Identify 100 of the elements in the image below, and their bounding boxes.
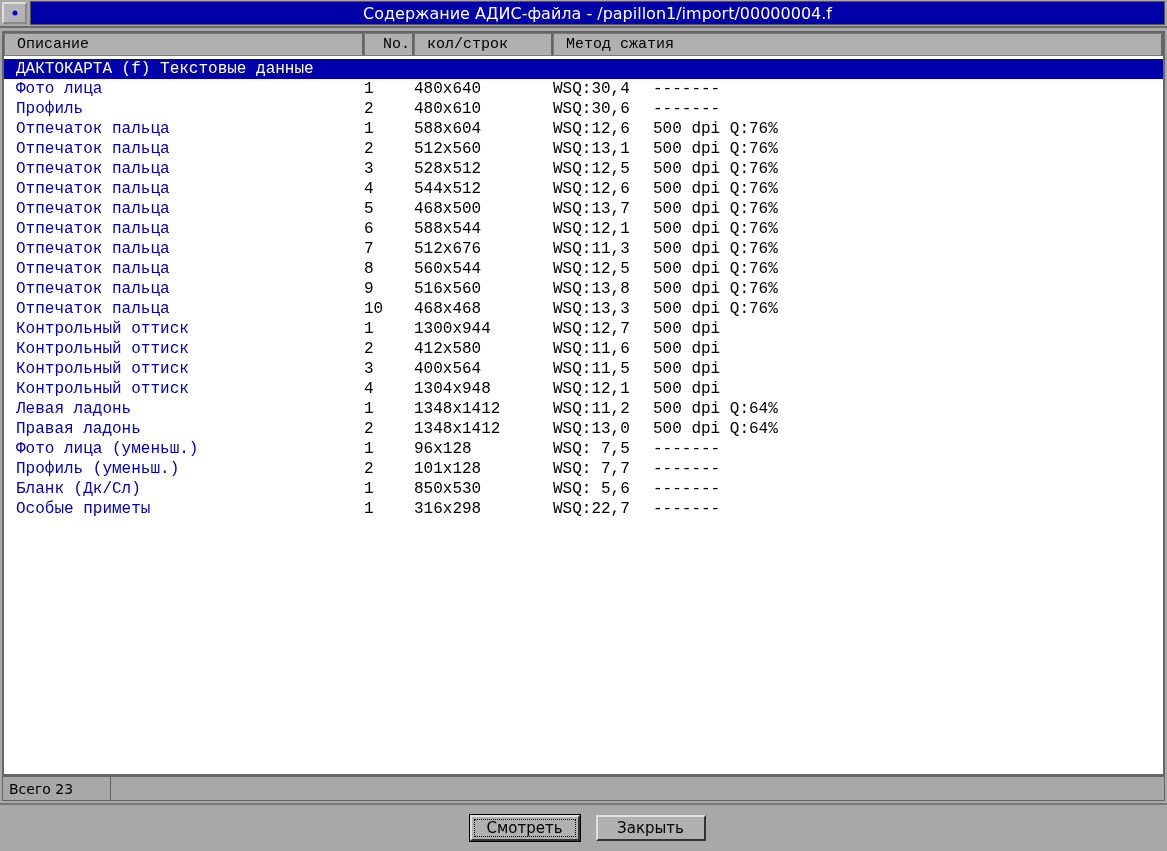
table-cell-text: -------: [653, 100, 722, 118]
table-cell-text: -------: [653, 480, 722, 498]
table-cell-text: 2: [364, 100, 375, 118]
table-cell-text: 9: [364, 280, 375, 298]
table-cell-text: 5: [364, 200, 375, 218]
list-row[interactable]: Отпечаток пальца 6 588x544 WSQ:12,1 500 dpi Q:76%: [4, 219, 1163, 239]
table-cell-text: Контрольный оттиск: [16, 340, 190, 358]
table-cell-text: 500 dpi: [653, 360, 722, 378]
list-row[interactable]: Отпечаток пальца 9 516x560 WSQ:13,8 500 dpi Q:76%: [4, 279, 1163, 299]
table-cell-text: 2: [364, 420, 375, 438]
list-row[interactable]: Отпечаток пальца 5 468x500 WSQ:13,7 500 dpi Q:76%: [4, 199, 1163, 219]
list-row[interactable]: Профиль (уменьш.) 2 101x128 WSQ: 7,7 -------: [4, 459, 1163, 479]
list-row[interactable]: Отпечаток пальца 1 588x604 WSQ:12,6 500 dpi Q:76%: [4, 119, 1163, 139]
list-row[interactable]: Контрольный оттиск 1 1300x944 WSQ:12,7 500 dpi: [4, 319, 1163, 339]
table-cell-text: 1348x1412: [414, 420, 502, 438]
table-cell-text: 1: [364, 400, 375, 418]
table-cell-text: WSQ:11,5: [553, 360, 631, 378]
table-cell-text: 3: [364, 360, 375, 378]
table-cell-text: Правая ладонь: [16, 420, 142, 438]
table-cell-text: 6: [364, 220, 375, 238]
table-cell-text: 3: [364, 160, 375, 178]
table-cell-text: 4: [364, 180, 375, 198]
table-cell-text: 1348x1412: [414, 400, 502, 418]
list-row[interactable]: Отпечаток пальца 10 468x468 WSQ:13,3 500 dpi Q:76%: [4, 299, 1163, 319]
dialog-button[interactable]: Смотреть: [469, 815, 580, 841]
list-row[interactable]: Левая ладонь 1 1348x1412 WSQ:11,2 500 dpi Q:64%: [4, 399, 1163, 419]
table-cell-text: 1304x948: [414, 380, 492, 398]
table-cell-text: 2: [364, 140, 375, 158]
table-cell-text: Отпечаток пальца: [16, 200, 171, 218]
table-cell-text: Отпечаток пальца: [16, 260, 171, 278]
table-cell-text: WSQ: 7,7: [553, 460, 631, 478]
table-cell-text: WSQ:12,7: [553, 320, 631, 338]
table-cell-text: WSQ:11,6: [553, 340, 631, 358]
table-cell-text: 500 dpi Q:76%: [653, 120, 779, 138]
selected-row[interactable]: ДАКТОКАРТА (f) Текстовые данные: [4, 59, 1163, 79]
table-cell-text: Отпечаток пальца: [16, 280, 171, 298]
table-cell-text: 101x128: [414, 460, 483, 478]
table-cell-text: 500 dpi Q:76%: [653, 220, 779, 238]
list-row[interactable]: Отпечаток пальца 7 512x676 WSQ:11,3 500 dpi Q:76%: [4, 239, 1163, 259]
table-cell-text: WSQ:12,6: [553, 180, 631, 198]
table-cell-text: 500 dpi: [653, 340, 722, 358]
table-cell-text: 500 dpi Q:76%: [653, 160, 779, 178]
table-cell-text: WSQ:11,2: [553, 400, 631, 418]
list-row[interactable]: Особые приметы 1 316x298 WSQ:22,7 -------: [4, 499, 1163, 519]
table-cell-text: 500 dpi Q:76%: [653, 300, 779, 318]
column-header[interactable]: Метод сжатия: [553, 33, 1163, 56]
table-cell-text: 1300x944: [414, 320, 492, 338]
table-cell-text: 480x610: [414, 100, 483, 118]
table-cell-text: 500 dpi Q:76%: [653, 260, 779, 278]
list-row[interactable]: Отпечаток пальца 2 512x560 WSQ:13,1 500 dpi Q:76%: [4, 139, 1163, 159]
table-cell-text: -------: [653, 80, 722, 98]
list-row[interactable]: Отпечаток пальца 3 528x512 WSQ:12,5 500 dpi Q:76%: [4, 159, 1163, 179]
table-cell-text: 500 dpi: [653, 380, 722, 398]
table-cell-text: WSQ: 5,6: [553, 480, 631, 498]
table-cell-text: 468x500: [414, 200, 483, 218]
table-cell-text: 560x544: [414, 260, 483, 278]
list-row[interactable]: Отпечаток пальца 8 560x544 WSQ:12,5 500 dpi Q:76%: [4, 259, 1163, 279]
table-cell-text: 516x560: [414, 280, 483, 298]
table-cell-text: Профиль (уменьш.): [16, 460, 181, 478]
table-cell-text: 412x580: [414, 340, 483, 358]
table-cell-text: Отпечаток пальца: [16, 180, 171, 198]
table-cell-text: Левая ладонь: [16, 400, 133, 418]
table-cell-text: 588x604: [414, 120, 483, 138]
list-row[interactable]: Контрольный оттиск 4 1304x948 WSQ:12,1 500 dpi: [4, 379, 1163, 399]
table-cell-text: 96x128: [414, 440, 473, 458]
table-cell-text: 850x530: [414, 480, 483, 498]
system-menu-button[interactable]: [2, 2, 27, 24]
table-cell-text: 468x468: [414, 300, 483, 318]
table-cell-text: 500 dpi Q:76%: [653, 240, 779, 258]
status-text: Всего 23: [3, 777, 111, 800]
table-cell-text: Бланк (Дк/Сл): [16, 480, 142, 498]
list-row[interactable]: Контрольный оттиск 3 400x564 WSQ:11,5 500 dpi: [4, 359, 1163, 379]
table-cell-text: 500 dpi Q:64%: [653, 420, 779, 438]
column-header[interactable]: Описание: [4, 33, 364, 56]
list-row[interactable]: Правая ладонь 2 1348x1412 WSQ:13,0 500 dpi Q:64%: [4, 419, 1163, 439]
dialog-button[interactable]: Закрыть: [595, 815, 706, 841]
list-row[interactable]: Фото лица (уменьш.) 1 96x128 WSQ: 7,5 -------: [4, 439, 1163, 459]
table-cell-text: WSQ:22,7: [553, 500, 631, 518]
list-row[interactable]: Фото лица 1 480x640 WSQ:30,4 -------: [4, 79, 1163, 99]
column-header[interactable]: кол/строк: [414, 33, 553, 56]
table-cell-text: 7: [364, 240, 375, 258]
table-cell-text: Фото лица (уменьш.): [16, 440, 200, 458]
table-cell-text: 544x512: [414, 180, 483, 198]
table-cell-text: 1: [364, 440, 375, 458]
table-cell-text: 1: [364, 80, 375, 98]
column-header[interactable]: No.: [364, 33, 414, 56]
list-row[interactable]: Бланк (Дк/Сл) 1 850x530 WSQ: 5,6 -------: [4, 479, 1163, 499]
table-cell-text: Профиль: [16, 100, 85, 118]
list-row[interactable]: Отпечаток пальца 4 544x512 WSQ:12,6 500 dpi Q:76%: [4, 179, 1163, 199]
table-cell-text: Отпечаток пальца: [16, 220, 171, 238]
table-cell-text: WSQ:13,8: [553, 280, 631, 298]
table-cell-text: WSQ:13,7: [553, 200, 631, 218]
window-title: Содержание АДИС-файла - /papillon1/import/00000004.f: [30, 1, 1165, 25]
table-cell-text: Контрольный оттиск: [16, 360, 190, 378]
table-cell-text: 316x298: [414, 500, 483, 518]
table-cell-text: Контрольный оттиск: [16, 320, 190, 338]
table-cell-text: WSQ:12,5: [553, 160, 631, 178]
list-row[interactable]: Контрольный оттиск 2 412x580 WSQ:11,6 500 dpi: [4, 339, 1163, 359]
list-row[interactable]: Профиль 2 480x610 WSQ:30,6 -------: [4, 99, 1163, 119]
table-cell-text: 2: [364, 340, 375, 358]
